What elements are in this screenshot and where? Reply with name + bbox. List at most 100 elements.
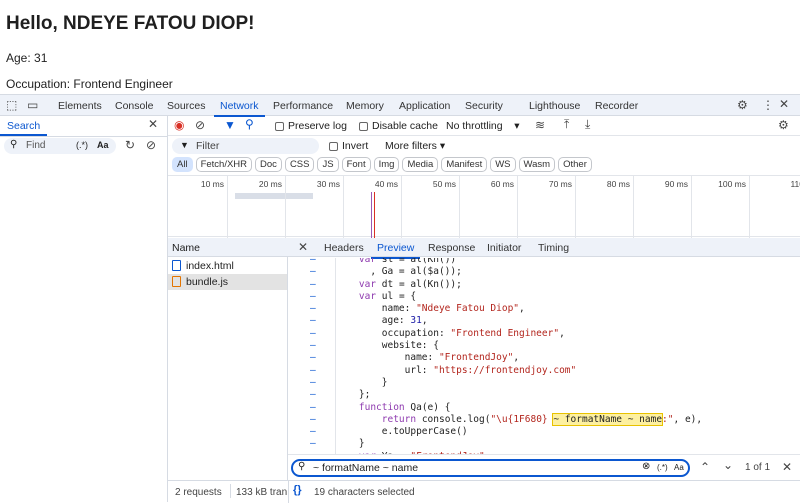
network-timeline[interactable]: 10 ms 20 ms 30 ms 40 ms 50 ms 60 ms 70 ms 80 ms… <box>168 175 800 238</box>
code-line: – var sl = al(Kn()) <box>288 258 800 266</box>
preserve-log-checkbox[interactable]: Preserve log <box>275 120 347 132</box>
code-text: name: "FrontendJoy", <box>336 352 519 364</box>
import-har-icon[interactable]: ⤒ <box>564 117 569 132</box>
line-gutter-marker: – <box>310 438 316 450</box>
timeline-gridline <box>575 176 576 238</box>
line-gutter-marker: – <box>310 376 316 388</box>
case-toggle[interactable]: Aa <box>97 140 109 150</box>
disable-cache-checkbox[interactable]: Disable cache <box>359 120 438 132</box>
find-input[interactable]: ⚲ Find (.*) Aa <box>4 138 116 154</box>
find-regex-toggle[interactable]: (.*) <box>657 463 668 472</box>
find-query: ~ formatName ~ name <box>313 462 419 474</box>
timeline-gridline <box>691 176 692 238</box>
filter-chip-font[interactable]: Font <box>341 157 371 172</box>
request-count: 2 requests <box>175 487 222 498</box>
find-in-file-input[interactable]: ⚲ ~ formatName ~ name ⊗ (.*) Aa <box>291 459 690 477</box>
code-token: ~ formatName ~ name <box>552 412 664 426</box>
name-column-header[interactable]: Name <box>172 242 200 254</box>
clear-log-icon[interactable]: ⊘ <box>195 118 205 132</box>
code-token: , Ga = al($a()); <box>336 266 462 278</box>
settings-icon[interactable]: ⚙ <box>737 98 748 112</box>
filter-icon[interactable]: ▼ <box>224 118 236 132</box>
tab-performance[interactable]: Performance <box>273 100 333 112</box>
tab-lighthouse[interactable]: Lighthouse <box>529 100 580 112</box>
filter-chip-fetch-xhr[interactable]: Fetch/XHR <box>195 157 253 172</box>
code-text: website: { <box>336 340 439 352</box>
search-panel-title[interactable]: Search <box>7 120 40 132</box>
tab-console[interactable]: Console <box>115 100 154 112</box>
code-text: var sl = al(Kn()) <box>336 258 456 266</box>
close-devtools-icon[interactable]: ✕ <box>779 97 789 111</box>
regex-toggle[interactable]: (.*) <box>76 140 88 150</box>
refresh-icon[interactable]: ↻ <box>125 138 135 152</box>
filter-chip-ws[interactable]: WS <box>490 157 516 172</box>
request-name: bundle.js <box>186 276 229 288</box>
detail-tab-headers[interactable]: Headers <box>324 242 364 254</box>
search-icon: ⚲ <box>298 461 306 472</box>
tab-application[interactable]: Application <box>399 100 450 112</box>
timeline-tick: 40 ms <box>374 179 398 189</box>
pretty-print-icon[interactable]: {} <box>293 484 302 496</box>
load-line <box>374 192 375 238</box>
filter-chip-all[interactable]: All <box>172 157 193 172</box>
throttling-select[interactable]: No throttling ▾ <box>446 120 520 132</box>
invert-label: Invert <box>342 140 369 152</box>
previous-match-icon[interactable]: ⌃ <box>700 460 710 474</box>
tab-recorder[interactable]: Recorder <box>595 100 638 112</box>
device-toolbar-icon[interactable]: ▭ <box>27 98 38 112</box>
clear-query-icon[interactable]: ⊗ <box>642 461 650 472</box>
filter-chip-other[interactable]: Other <box>558 157 592 172</box>
search-network-icon[interactable]: ⚲ <box>245 117 254 131</box>
request-row[interactable]: index.html <box>168 258 287 274</box>
tab-elements[interactable]: Elements <box>58 100 102 112</box>
export-har-icon[interactable]: ⤓ <box>585 117 590 132</box>
timeline-tick: 10 ms <box>200 179 224 189</box>
find-case-toggle[interactable]: Aa <box>674 463 684 472</box>
more-menu-icon[interactable]: ⋮ <box>762 98 774 112</box>
next-match-icon[interactable]: ⌄ <box>723 458 733 472</box>
timeline-tick: 90 ms <box>664 179 688 189</box>
dom-content-loaded-line <box>371 192 372 238</box>
filter-chip-css[interactable]: CSS <box>284 157 315 172</box>
filter-chip-manifest[interactable]: Manifest <box>441 157 488 172</box>
filter-chip-media[interactable]: Media <box>402 157 439 172</box>
tab-security[interactable]: Security <box>465 100 503 112</box>
code-text: var ul = { <box>336 291 416 303</box>
detail-tab-preview[interactable]: Preview <box>370 242 421 259</box>
code-token: , <box>513 352 520 364</box>
search-icon: ⚲ <box>10 139 18 150</box>
filter-input[interactable]: ▼ Filter <box>172 138 319 154</box>
close-details-icon[interactable]: ✕ <box>298 240 308 254</box>
clear-icon[interactable]: ⊘ <box>146 138 156 152</box>
tab-network[interactable]: Network <box>214 100 264 117</box>
line-gutter-marker: – <box>310 413 316 425</box>
detail-tab-initiator[interactable]: Initiator <box>487 242 521 254</box>
network-settings-icon[interactable]: ⚙ <box>778 118 789 132</box>
code-token: "Frontend Engineer" <box>450 327 560 339</box>
close-search-icon[interactable]: ✕ <box>148 117 158 131</box>
request-row[interactable]: bundle.js <box>168 274 287 290</box>
line-gutter-marker: – <box>310 266 316 278</box>
invert-checkbox[interactable]: Invert <box>329 140 368 152</box>
code-preview[interactable]: – var sl = al(Kn()) – , Ga = al($a()); – v… <box>288 258 800 454</box>
timeline-gridline <box>401 176 402 238</box>
filter-chip-img[interactable]: Img <box>373 157 400 172</box>
network-conditions-icon[interactable]: ≋ <box>535 118 545 132</box>
tab-memory[interactable]: Memory <box>346 100 384 112</box>
filter-chip-doc[interactable]: Doc <box>255 157 282 172</box>
code-token: sl = al(Kn()) <box>376 258 457 265</box>
filter-chip-js[interactable]: JS <box>317 157 339 172</box>
code-line: – name: "Ndeye Fatou Diop", <box>288 303 800 315</box>
close-find-icon[interactable]: ✕ <box>782 460 792 474</box>
inspect-element-icon[interactable]: ⬚ <box>6 98 17 112</box>
detail-tab-timing[interactable]: Timing <box>538 242 569 254</box>
filter-chip-wasm[interactable]: Wasm <box>518 157 556 172</box>
detail-tab-response[interactable]: Response <box>428 242 475 254</box>
more-filters-dropdown[interactable]: More filters ▾ <box>385 140 445 152</box>
tab-sources[interactable]: Sources <box>167 100 206 112</box>
code-token: ul = { <box>376 290 417 302</box>
more-filters-label: More filters <box>385 140 437 152</box>
record-icon[interactable]: ◉ <box>174 118 184 132</box>
request-details: ✕ Headers Preview Response Initiator Timing … <box>288 238 800 480</box>
preserve-log-label: Preserve log <box>288 120 347 132</box>
